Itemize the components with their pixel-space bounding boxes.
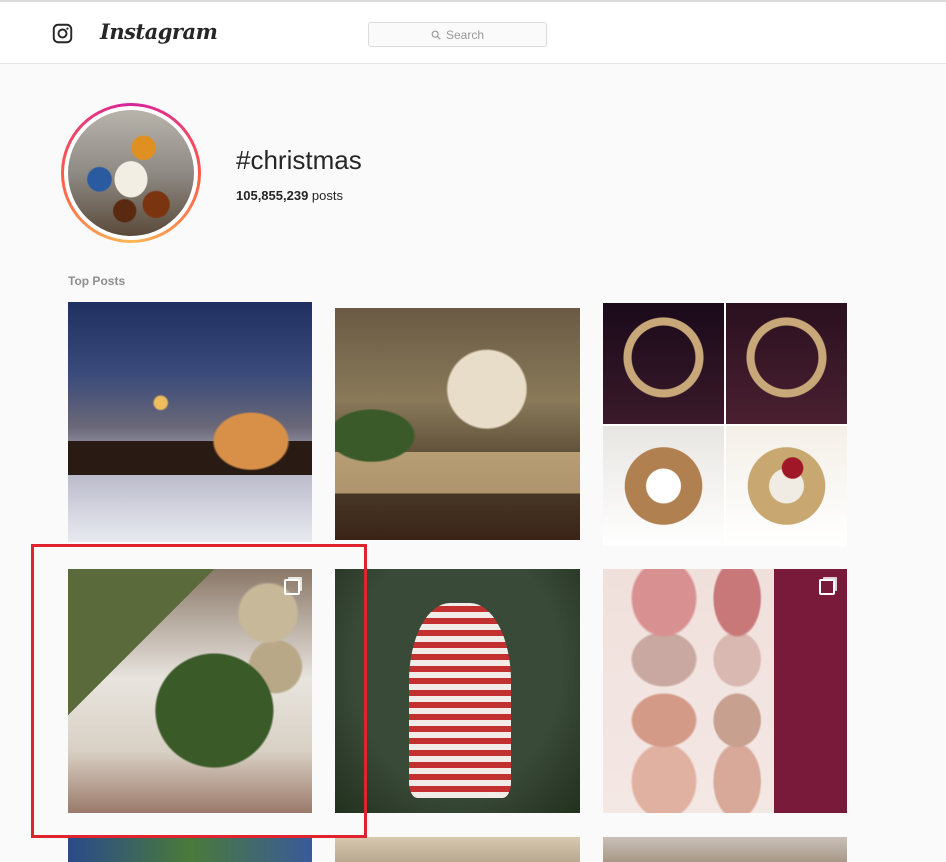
post-tile[interactable] bbox=[603, 303, 847, 546]
post-tile[interactable] bbox=[603, 837, 847, 862]
hashtag-avatar bbox=[61, 103, 201, 243]
instagram-camera-icon[interactable] bbox=[52, 23, 73, 44]
hashtag-title: #christmas bbox=[236, 145, 362, 175]
multiple-posts-icon bbox=[819, 579, 835, 595]
post-count-label: posts bbox=[311, 188, 343, 203]
top-navigation-bar: Instagram Search bbox=[0, 0, 946, 64]
post-tile[interactable] bbox=[603, 569, 847, 813]
search-placeholder: Search bbox=[445, 27, 485, 42]
search-input[interactable]: Search bbox=[368, 22, 547, 47]
post-tile[interactable] bbox=[68, 302, 312, 542]
collage-panel bbox=[603, 303, 724, 424]
post-tile[interactable] bbox=[68, 837, 312, 862]
post-count: 105,855,239 posts bbox=[236, 188, 343, 203]
collage-panel bbox=[603, 425, 724, 546]
search-icon bbox=[431, 30, 441, 40]
post-tile[interactable] bbox=[68, 569, 312, 813]
collage-panel bbox=[726, 303, 847, 424]
top-posts-heading: Top Posts bbox=[68, 274, 126, 288]
post-tile[interactable] bbox=[335, 569, 580, 813]
post-tile[interactable] bbox=[335, 308, 580, 540]
hashtag-avatar-image bbox=[68, 110, 194, 236]
post-tile[interactable] bbox=[335, 837, 580, 862]
collage-panel bbox=[726, 425, 847, 546]
pajama-family-figure bbox=[408, 603, 512, 799]
instagram-wordmark-logo[interactable]: Instagram bbox=[100, 19, 218, 44]
post-count-number: 105,855,239 bbox=[236, 188, 309, 203]
multiple-posts-icon bbox=[284, 579, 300, 595]
